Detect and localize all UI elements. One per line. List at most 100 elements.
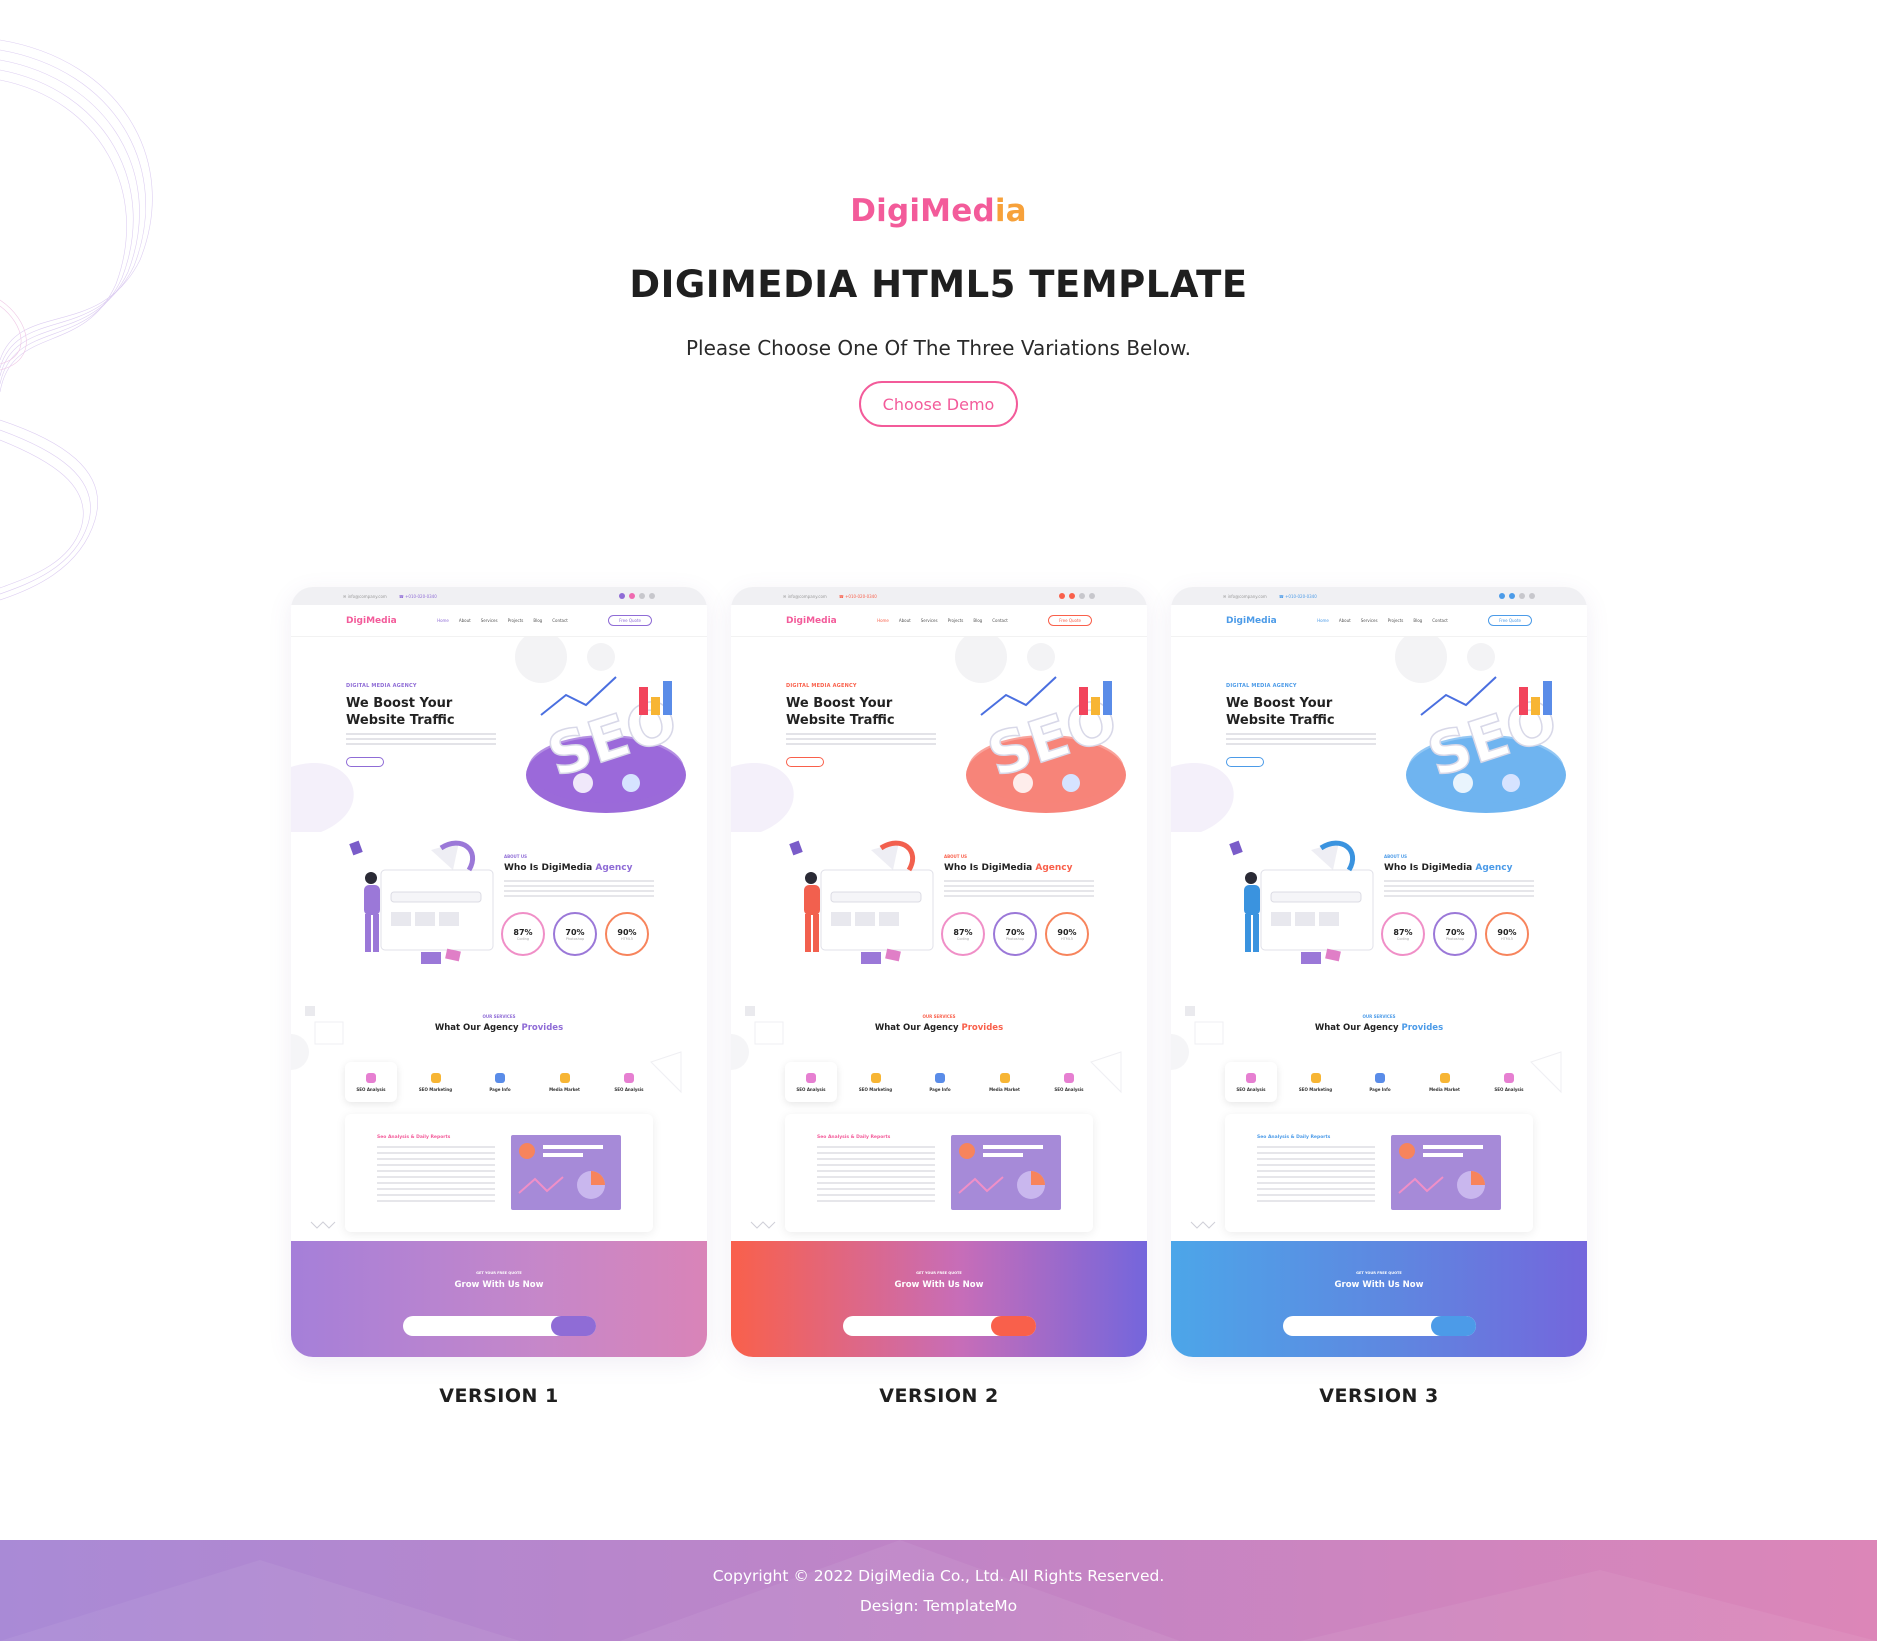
preview-service-row: SEO Analysis SEO Marketing Page Info Media … (785, 1062, 1095, 1102)
person-illustration (349, 840, 494, 964)
service-name: Page Info (1369, 1086, 1391, 1092)
preview-services-tag: OUR SERVICES (482, 1014, 516, 1019)
preview-nav: DigiMedia Home About Services Projects Blog C… (1171, 605, 1587, 637)
version-preview-card-1[interactable]: ✉ info@company.com ☎ +010-020-0340 DigiMe… (291, 587, 707, 1357)
cta-tag: GET YOUR FREE QUOTE (916, 1271, 962, 1275)
preview-menu-item: About (898, 618, 911, 623)
page-title: DIGIMEDIA HTML5 TEMPLATE (629, 263, 1248, 306)
preview-rings: 87% Coding 70% Photoshop 90% HTML5 (1381, 912, 1529, 956)
service-name: SEO Analysis (1054, 1086, 1084, 1092)
report-title: Seo Analysis & Daily Reports (817, 1135, 891, 1140)
preview-menu-item: Projects (507, 618, 524, 623)
preview-rings: 87% Coding 70% Photoshop 90% HTML5 (941, 912, 1089, 956)
preview-about-title: Who Is DigiMedia Agency (504, 863, 633, 873)
preview-quote-button: Free Quote (608, 615, 652, 626)
preview-service-item: SEO Analysis (1225, 1062, 1277, 1102)
preview-topbar: ✉ info@company.com ☎ +010-020-0340 (731, 587, 1147, 605)
preview-banner: DIGITAL MEDIA AGENCY We Boost Your Websi… (1171, 637, 1587, 832)
logo[interactable]: DigiMedia (0, 193, 1877, 229)
service-icon (430, 1072, 441, 1083)
service-name: Page Info (929, 1086, 951, 1092)
preview-service-item: Media Market (1419, 1062, 1471, 1102)
preview-services-title: What Our Agency Provides (291, 1023, 707, 1033)
preview-menu-item: Home (877, 618, 889, 623)
preview-service-item: SEO Marketing (410, 1062, 462, 1102)
preview-service-item: Page Info (914, 1062, 966, 1102)
ring-percent: 87% (513, 927, 533, 937)
preview-menu-item: About (458, 618, 471, 623)
preview-headline: We Boost Your Website Traffic (1226, 696, 1335, 728)
preview-about-tag: ABOUT US (504, 854, 528, 859)
choose-demo-button[interactable]: Choose Demo (859, 381, 1018, 427)
preview-services-title: What Our Agency Provides (731, 1023, 1147, 1033)
service-name: SEO Marketing (1298, 1086, 1333, 1092)
ring-percent: 90% (1497, 927, 1517, 937)
preview-nav: DigiMedia Home About Services Projects Blog C… (731, 605, 1147, 637)
report-lorem (817, 1146, 935, 1204)
preview-about: ABOUT US Who Is DigiMedia Agency 87% Codi… (1171, 832, 1587, 1002)
service-name: SEO Analysis (796, 1086, 826, 1092)
preview-logo: DigiMedia (346, 615, 397, 626)
preview-menu-item: Services (480, 618, 498, 623)
preview-topbar: ✉ info@company.com ☎ +010-020-0340 (1171, 587, 1587, 605)
ring-percent: 87% (953, 927, 973, 937)
service-icon (559, 1072, 570, 1083)
preview-service-item: SEO Analysis (603, 1062, 655, 1102)
preview-about-lorem (504, 880, 654, 900)
preview-rings: 87% Coding 70% Photoshop 90% HTML5 (501, 912, 649, 956)
service-icon (935, 1072, 945, 1083)
version-preview-card-3[interactable]: ✉ info@company.com ☎ +010-020-0340 DigiMe… (1171, 587, 1587, 1357)
preview-menu-item: Projects (1387, 618, 1404, 623)
preview-ring: 87% Coding (941, 912, 985, 956)
preview-ring: 90% HTML5 (605, 912, 649, 956)
preview-nav: DigiMedia Home About Services Projects Blog C… (291, 605, 707, 637)
ring-percent: 70% (565, 927, 585, 937)
ring-percent: 70% (1005, 927, 1025, 937)
service-icon (495, 1072, 505, 1083)
report-title: Seo Analysis & Daily Reports (1257, 1135, 1331, 1140)
footer-copyright: Copyright © 2022 DigiMedia Co., Ltd. All… (712, 1567, 1165, 1585)
preview-menu-item: About (1338, 618, 1351, 623)
service-name: SEO Marketing (858, 1086, 893, 1092)
footer-design-credit[interactable]: Design: TemplateMo (0, 1597, 1877, 1615)
preview-lorem (346, 733, 496, 747)
service-icon (624, 1072, 634, 1083)
preview-report-box: Seo Analysis & Daily Reports (1225, 1114, 1533, 1232)
version-label-2[interactable]: VERSION 2 (731, 1385, 1147, 1407)
person-illustration (789, 840, 934, 964)
preview-services-tag: OUR SERVICES (1362, 1014, 1396, 1019)
preview-logo: DigiMedia (1226, 615, 1277, 626)
preview-menu-item: Contact (1432, 618, 1448, 623)
preview-tag: DIGITAL MEDIA AGENCY (346, 683, 417, 689)
person-illustration (1229, 840, 1374, 964)
service-name: Page Info (489, 1086, 511, 1092)
version-label-1[interactable]: VERSION 1 (291, 1385, 707, 1407)
version-label-3[interactable]: VERSION 3 (1171, 1385, 1587, 1407)
preview-tag: DIGITAL MEDIA AGENCY (786, 683, 857, 689)
footer: Copyright © 2022 DigiMedia Co., Ltd. All… (0, 1540, 1877, 1641)
version-preview-card-2[interactable]: ✉ info@company.com ☎ +010-020-0340 DigiMe… (731, 587, 1147, 1357)
service-name: SEO Analysis (1236, 1086, 1266, 1092)
service-name: SEO Analysis (356, 1086, 386, 1092)
report-panel-art (1398, 1143, 1485, 1199)
preview-services-title: What Our Agency Provides (1171, 1023, 1587, 1033)
report-panel (1391, 1135, 1501, 1210)
preview-menu-item: Home (1317, 618, 1329, 623)
service-icon (1504, 1072, 1514, 1083)
report-lorem (377, 1146, 495, 1204)
preview-menu-item: Services (920, 618, 938, 623)
service-icon (806, 1072, 816, 1083)
preview-about: ABOUT US Who Is DigiMedia Agency 87% Codi… (291, 832, 707, 1002)
preview-ring: 70% Photoshop (1433, 912, 1477, 956)
services-title-accent: Provides (521, 1023, 564, 1033)
seo-illustration: SEO (1406, 676, 1566, 813)
about-title-prefix: Who Is DigiMedia (1384, 863, 1473, 873)
ring-label: Coding (1396, 936, 1410, 941)
preview-banner: DIGITAL MEDIA AGENCY We Boost Your Websi… (291, 637, 707, 832)
ring-percent: 70% (1445, 927, 1465, 937)
cta-form-button (991, 1316, 1036, 1336)
cta-form (1283, 1316, 1476, 1336)
preview-menu: Home About Services Projects Blog Contact (1317, 618, 1448, 623)
preview-lorem (786, 733, 936, 747)
service-icon (870, 1072, 881, 1083)
